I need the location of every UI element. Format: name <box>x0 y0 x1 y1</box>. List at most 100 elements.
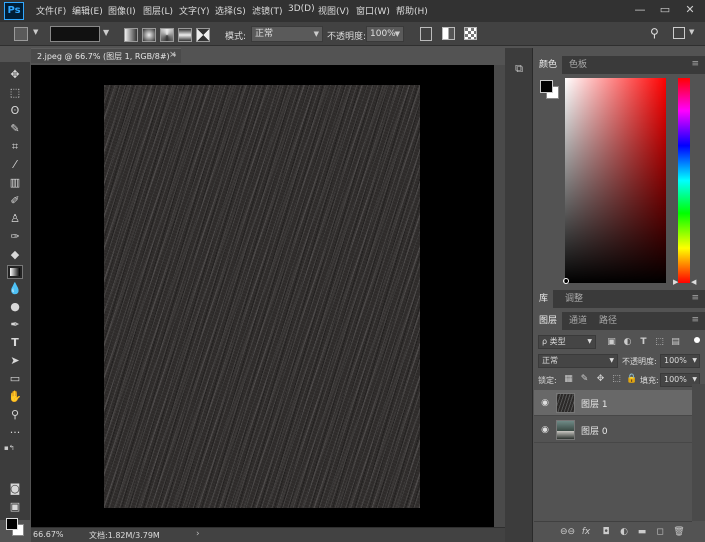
menu-select[interactable]: 选择(S) <box>215 4 246 17</box>
lasso-tool-icon[interactable]: ʘ <box>7 104 23 118</box>
menu-type[interactable]: 文字(Y) <box>179 4 210 17</box>
eyedropper-tool-icon[interactable]: ⁄ <box>7 158 23 172</box>
menu-file[interactable]: 文件(F) <box>36 4 66 17</box>
menu-layer[interactable]: 图层(L) <box>143 4 173 17</box>
preset-chevron-icon[interactable]: ▼ <box>33 28 38 36</box>
menu-image[interactable]: 图像(I) <box>108 4 136 17</box>
menu-window[interactable]: 窗口(W) <box>356 4 390 17</box>
filter-toggle-icon[interactable] <box>694 337 700 343</box>
menu-filter[interactable]: 滤镜(T) <box>252 4 283 17</box>
color-panel-menu-icon[interactable]: ≡ <box>691 59 699 69</box>
gradient-tool-preset-icon[interactable] <box>14 27 28 41</box>
layer-row[interactable]: ◉ 图层 0 <box>534 417 692 443</box>
default-colors-icon[interactable]: ▪↰ <box>4 444 15 452</box>
blur-tool-icon[interactable]: 💧 <box>7 282 23 296</box>
history-panel-icon[interactable]: ⧉ <box>512 62 526 76</box>
layer-filter-select[interactable]: ρ 类型 ▼ <box>538 335 596 349</box>
tab-channels[interactable]: 通道 <box>564 312 592 330</box>
rectangle-tool-icon[interactable]: ▭ <box>7 372 23 386</box>
menu-edit[interactable]: 编辑(E) <box>72 4 103 17</box>
tab-libraries[interactable]: 库 <box>534 290 554 308</box>
menu-3d[interactable]: 3D(D) <box>288 4 315 14</box>
color-field[interactable] <box>565 78 666 283</box>
dither-icon[interactable] <box>442 27 455 40</box>
menu-view[interactable]: 视图(V) <box>318 4 349 17</box>
more-tools-icon[interactable]: ··· <box>7 426 23 440</box>
lock-artboard-icon[interactable]: ⬚ <box>611 374 622 385</box>
filter-pixel-icon[interactable]: ▣ <box>606 337 617 348</box>
lock-position-icon[interactable]: ✥ <box>595 374 606 385</box>
history-brush-tool-icon[interactable]: ✑ <box>7 230 23 244</box>
reverse-icon[interactable] <box>420 27 432 41</box>
fx-icon[interactable]: fx <box>580 526 592 538</box>
crop-tool-icon[interactable]: ⌗ <box>7 140 23 154</box>
diamond-gradient-icon[interactable] <box>196 28 210 42</box>
zoom-level-field[interactable]: 66.67% <box>33 530 71 541</box>
dodge-tool-icon[interactable]: ● <box>7 300 23 314</box>
layer-row[interactable]: ◉ 图层 1 <box>534 390 692 416</box>
foreground-color-swatch[interactable] <box>6 518 18 530</box>
status-menu-arrow-icon[interactable]: › <box>196 529 200 539</box>
hue-slider[interactable] <box>678 78 690 283</box>
lock-image-icon[interactable]: ✎ <box>579 374 590 385</box>
document-tab[interactable]: 2.jpeg @ 66.7% (图层 1, RGB/8#) * × <box>31 48 181 63</box>
tab-adjustments[interactable]: 调整 <box>560 290 588 308</box>
color-picker-marker[interactable] <box>563 278 569 284</box>
path-select-tool-icon[interactable]: ➤ <box>7 354 23 368</box>
tab-swatches[interactable]: 色板 <box>564 56 592 74</box>
workspace-icon[interactable] <box>673 27 685 39</box>
screen-mode-icon[interactable]: ▣ <box>7 500 23 514</box>
lock-transparent-icon[interactable]: ▦ <box>563 374 574 385</box>
search-icon[interactable]: ⚲ <box>650 26 659 40</box>
filter-adjustment-icon[interactable]: ◐ <box>622 337 633 348</box>
visibility-eye-icon[interactable]: ◉ <box>539 397 551 409</box>
pen-tool-icon[interactable]: ✒ <box>7 318 23 332</box>
gradient-chevron-icon[interactable]: ▼ <box>103 28 113 40</box>
minimize-button[interactable]: — <box>630 2 650 18</box>
add-mask-icon[interactable]: ◘ <box>600 526 612 538</box>
linear-gradient-icon[interactable] <box>124 28 138 42</box>
workspace-chevron-icon[interactable]: ▼ <box>689 28 694 36</box>
delete-layer-icon[interactable]: 🗑 <box>673 526 685 538</box>
adjustment-layer-icon[interactable]: ◐ <box>618 526 630 538</box>
rain-image-canvas[interactable] <box>104 85 420 508</box>
brush-tool-icon[interactable]: ✐ <box>7 194 23 208</box>
clone-stamp-tool-icon[interactable]: ♙ <box>7 212 23 226</box>
gradient-tool-icon[interactable] <box>7 265 23 279</box>
close-window-button[interactable]: ✕ <box>680 2 700 18</box>
filter-type-icon[interactable]: T <box>638 337 649 348</box>
new-group-icon[interactable]: ▬ <box>636 526 648 538</box>
lock-all-icon[interactable]: 🔒 <box>626 374 637 385</box>
reflected-gradient-icon[interactable] <box>178 28 192 42</box>
layers-panel-menu-icon[interactable]: ≡ <box>691 315 699 325</box>
layer-opacity-field[interactable]: 100% ▼ <box>660 354 700 368</box>
color-panel-foreground[interactable] <box>540 80 553 93</box>
move-tool-icon[interactable]: ✥ <box>7 68 23 82</box>
hand-tool-icon[interactable]: ✋ <box>7 390 23 404</box>
eraser-tool-icon[interactable]: ◆ <box>7 248 23 262</box>
visibility-eye-icon[interactable]: ◉ <box>539 424 551 436</box>
mode-select[interactable]: 正常 ▼ <box>251 26 323 42</box>
opacity-field[interactable]: 100% ▼ <box>366 26 404 42</box>
close-document-icon[interactable]: × <box>169 50 177 60</box>
tab-paths[interactable]: 路径 <box>594 312 622 330</box>
zoom-tool-icon[interactable]: ⚲ <box>7 408 23 422</box>
quick-mask-icon[interactable]: ◙ <box>7 482 23 496</box>
tab-color[interactable]: 颜色 <box>534 56 563 74</box>
new-layer-icon[interactable]: ◻ <box>654 526 666 538</box>
layer-name[interactable]: 图层 1 <box>581 397 608 410</box>
marquee-tool-icon[interactable]: ⬚ <box>7 86 23 100</box>
tab-layers[interactable]: 图层 <box>534 312 563 330</box>
filter-shape-icon[interactable]: ⬚ <box>654 337 665 348</box>
menu-help[interactable]: 帮助(H) <box>396 4 428 17</box>
type-tool-icon[interactable]: T <box>7 336 23 350</box>
canvas-area[interactable] <box>31 65 494 527</box>
transparency-icon[interactable] <box>464 27 477 40</box>
radial-gradient-icon[interactable] <box>142 28 156 42</box>
layers-scrollbar[interactable] <box>692 384 705 521</box>
blend-mode-select[interactable]: 正常 ▼ <box>538 354 618 368</box>
library-panel-menu-icon[interactable]: ≡ <box>691 293 699 303</box>
filter-smart-object-icon[interactable]: ▤ <box>670 337 681 348</box>
restore-button[interactable]: ▭ <box>655 2 675 18</box>
layer-name[interactable]: 图层 0 <box>581 424 608 437</box>
